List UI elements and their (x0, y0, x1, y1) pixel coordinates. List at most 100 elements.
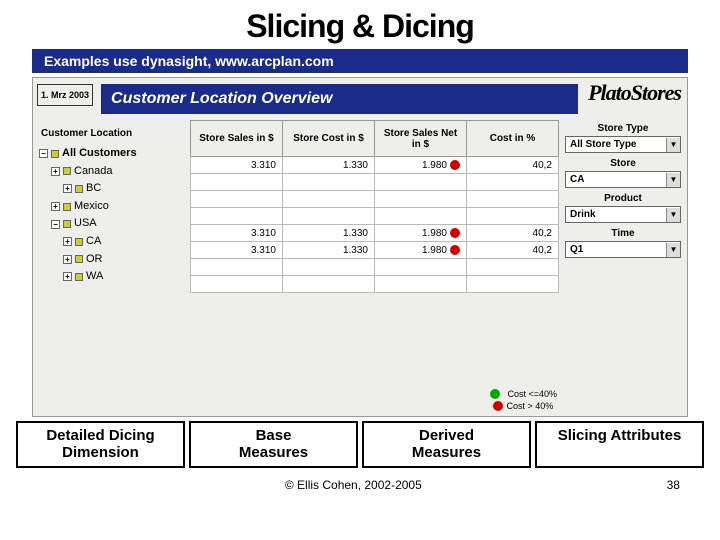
node-icon (63, 220, 71, 228)
cell (467, 208, 559, 225)
tree-item[interactable]: − All Customers (39, 145, 184, 163)
cell: 3.310 (191, 225, 283, 242)
filter-dropdown[interactable]: Drink▼ (565, 206, 681, 223)
cell (375, 208, 467, 225)
table-row: 3.3101.3301.98040,2 (191, 157, 559, 174)
chevron-down-icon[interactable]: ▼ (666, 138, 680, 152)
tree-item[interactable]: + Mexico (39, 198, 184, 216)
cell (283, 259, 375, 276)
flag-dot-icon (450, 245, 460, 255)
annotation-box: BaseMeasures (189, 421, 358, 468)
tree-label: WA (86, 268, 103, 286)
node-icon (51, 150, 59, 158)
chevron-down-icon[interactable]: ▼ (666, 173, 680, 187)
cell: 1.330 (283, 157, 375, 174)
tree-item[interactable]: + Canada (39, 163, 184, 181)
chevron-down-icon[interactable]: ▼ (666, 208, 680, 222)
legend-low: Cost <=40% (507, 389, 557, 399)
cell: 1.980 (375, 157, 467, 174)
cell (191, 191, 283, 208)
expand-icon[interactable]: + (63, 237, 72, 246)
cell: 3.310 (191, 242, 283, 259)
cell (283, 276, 375, 293)
filters-panel: Store TypeAll Store Type▼StoreCA▼Product… (565, 120, 681, 293)
cell (467, 174, 559, 191)
date-box: 1. Mrz 2003 (37, 84, 93, 106)
filter-label: Store Type (565, 120, 681, 136)
tree-title: Customer Location (39, 120, 184, 145)
tree-item[interactable]: − USA (39, 215, 184, 233)
cell: 40,2 (467, 225, 559, 242)
cell (283, 208, 375, 225)
cell (283, 191, 375, 208)
app-window: 1. Mrz 2003 Customer Location Overview P… (32, 77, 688, 417)
cell: 1.330 (283, 225, 375, 242)
node-icon (75, 255, 83, 263)
tree-item[interactable]: +BC (39, 180, 184, 198)
cell (375, 259, 467, 276)
cell (467, 191, 559, 208)
dropdown-value: Q1 (566, 242, 666, 257)
cell: 40,2 (467, 157, 559, 174)
cell (191, 259, 283, 276)
node-icon (63, 167, 71, 175)
tree-item[interactable]: +CA (39, 233, 184, 251)
dropdown-value: CA (566, 172, 666, 187)
tree-label: Canada (74, 163, 113, 181)
copyright: © Ellis Cohen, 2002-2005 (285, 478, 422, 492)
expand-icon[interactable]: − (51, 220, 60, 229)
expand-icon[interactable]: + (51, 167, 60, 176)
cell (375, 191, 467, 208)
tree-label: Mexico (74, 198, 109, 216)
cell (191, 174, 283, 191)
cell (467, 259, 559, 276)
flag-dot-icon (450, 228, 460, 238)
slide-subtitle: Examples use dynasight, www.arcplan.com (32, 49, 688, 73)
cell (283, 174, 375, 191)
cell (191, 276, 283, 293)
table-row (191, 191, 559, 208)
node-icon (75, 238, 83, 246)
cell: 3.310 (191, 157, 283, 174)
filter-label: Product (565, 190, 681, 206)
chevron-down-icon[interactable]: ▼ (666, 243, 680, 257)
annotation-box: Slicing Attributes (535, 421, 704, 468)
column-header: Store Sales in $ (191, 121, 283, 157)
cell: 40,2 (467, 242, 559, 259)
table-row (191, 276, 559, 293)
expand-icon[interactable]: + (63, 184, 72, 193)
flag-dot-icon (450, 160, 460, 170)
page-number: 38 (667, 478, 680, 492)
customer-tree[interactable]: −All Customers+Canada+BC+Mexico−USA+CA+O… (39, 145, 184, 286)
column-header: Cost in % (467, 121, 559, 157)
cell (467, 276, 559, 293)
cell: 1.980 (375, 242, 467, 259)
expand-icon[interactable]: − (39, 149, 48, 158)
annotation-box: DerivedMeasures (362, 421, 531, 468)
tree-label: All Customers (62, 145, 137, 163)
tree-item[interactable]: + WA (39, 268, 184, 286)
filter-dropdown[interactable]: All Store Type▼ (565, 136, 681, 153)
expand-icon[interactable]: + (63, 255, 72, 264)
node-icon (75, 185, 83, 193)
tree-item[interactable]: +OR (39, 251, 184, 269)
column-header: Store Cost in $ (283, 121, 375, 157)
expand-icon[interactable]: + (51, 202, 60, 211)
filter-dropdown[interactable]: Q1▼ (565, 241, 681, 258)
annotation-row: Detailed DicingDimensionBaseMeasuresDeri… (16, 421, 704, 468)
measures-grid: Store Sales in $Store Cost in $Store Sal… (190, 120, 559, 293)
logo: PlatoStores (582, 78, 687, 120)
filter-label: Time (565, 225, 681, 241)
table-row (191, 174, 559, 191)
dropdown-value: Drink (566, 207, 666, 222)
tree-label: USA (74, 215, 97, 233)
expand-icon[interactable]: + (63, 272, 72, 281)
table-row (191, 259, 559, 276)
table-row: 3.3101.3301.98040,2 (191, 242, 559, 259)
dropdown-value: All Store Type (566, 137, 666, 152)
table-row (191, 208, 559, 225)
table-row: 3.3101.3301.98040,2 (191, 225, 559, 242)
filter-dropdown[interactable]: CA▼ (565, 171, 681, 188)
legend-dot-red-icon (493, 401, 503, 411)
filter-label: Store (565, 155, 681, 171)
